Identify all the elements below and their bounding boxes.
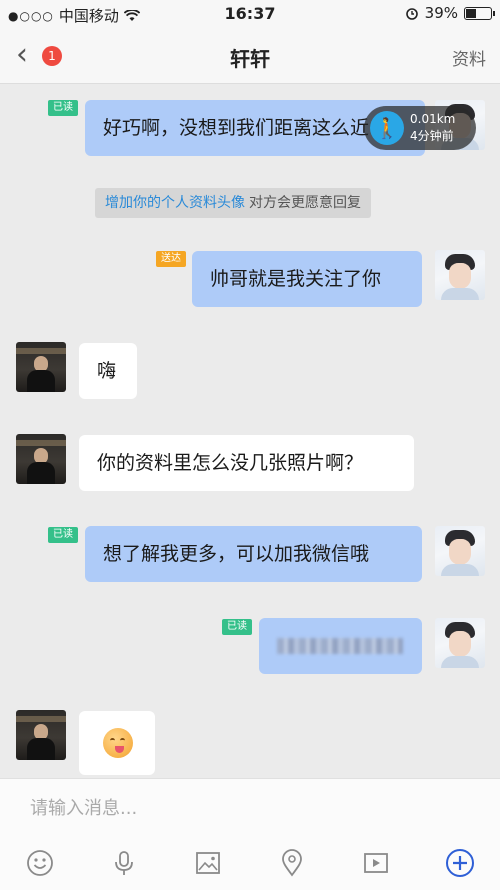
chat-title: 轩轩	[230, 47, 270, 71]
status-bar: ●○○○ 中国移动 16:37 39%	[0, 0, 500, 28]
battery-icon	[464, 6, 495, 20]
video-icon[interactable]	[356, 843, 396, 883]
my-avatar[interactable]	[435, 526, 485, 576]
distance-value: 0.01km	[410, 112, 456, 126]
sent-status-tag: 送达	[156, 251, 186, 267]
contact-avatar[interactable]	[16, 342, 66, 392]
distance-time: 4分钟前	[410, 129, 454, 143]
location-icon[interactable]	[272, 843, 312, 883]
incoming-message[interactable]: 你的资料里怎么没几张照片啊？	[79, 435, 414, 491]
emoji-icon[interactable]	[20, 843, 60, 883]
profile-button[interactable]: 资料	[452, 45, 486, 70]
microphone-icon[interactable]	[104, 843, 144, 883]
input-bar	[0, 778, 500, 890]
alarm-icon	[405, 8, 418, 20]
avatar-hint[interactable]: 增加你的个人资料头像 对方会更愿意回复	[95, 188, 371, 218]
contact-avatar[interactable]	[16, 710, 66, 760]
nav-bar: ‹ 1 轩轩 资料	[0, 28, 500, 84]
blurred-content	[277, 638, 403, 654]
outgoing-message-blurred[interactable]	[259, 618, 422, 674]
distance-overlay[interactable]: 🚶 0.01km 4分钟前	[364, 106, 476, 150]
hint-text: 对方会更愿意回复	[249, 195, 361, 211]
outgoing-message[interactable]: 想了解我更多，可以加我微信哦	[85, 526, 422, 582]
read-status-tag: 已读	[222, 619, 252, 635]
yum-emoji-icon	[103, 728, 133, 758]
add-avatar-link[interactable]: 增加你的个人资料头像	[105, 195, 245, 211]
battery-percent: 39%	[424, 4, 458, 22]
battery-fill	[466, 8, 477, 18]
read-status-tag: 已读	[48, 100, 78, 116]
read-status-tag: 已读	[48, 527, 78, 543]
chat-area[interactable]: 已读 好巧啊，没想到我们距离这么近 🚶 0.01km 4分钟前 增加你的个人资料…	[0, 84, 500, 778]
contact-avatar[interactable]	[16, 434, 66, 484]
incoming-message[interactable]: 嗨	[79, 343, 137, 399]
walking-person-icon: 🚶	[370, 111, 404, 145]
outgoing-message[interactable]: 帅哥就是我关注了你	[192, 251, 422, 307]
message-input[interactable]	[0, 779, 500, 837]
image-icon[interactable]	[188, 843, 228, 883]
my-avatar[interactable]	[435, 618, 485, 668]
input-toolbar	[0, 843, 500, 883]
plus-icon[interactable]	[440, 843, 480, 883]
my-avatar[interactable]	[435, 250, 485, 300]
